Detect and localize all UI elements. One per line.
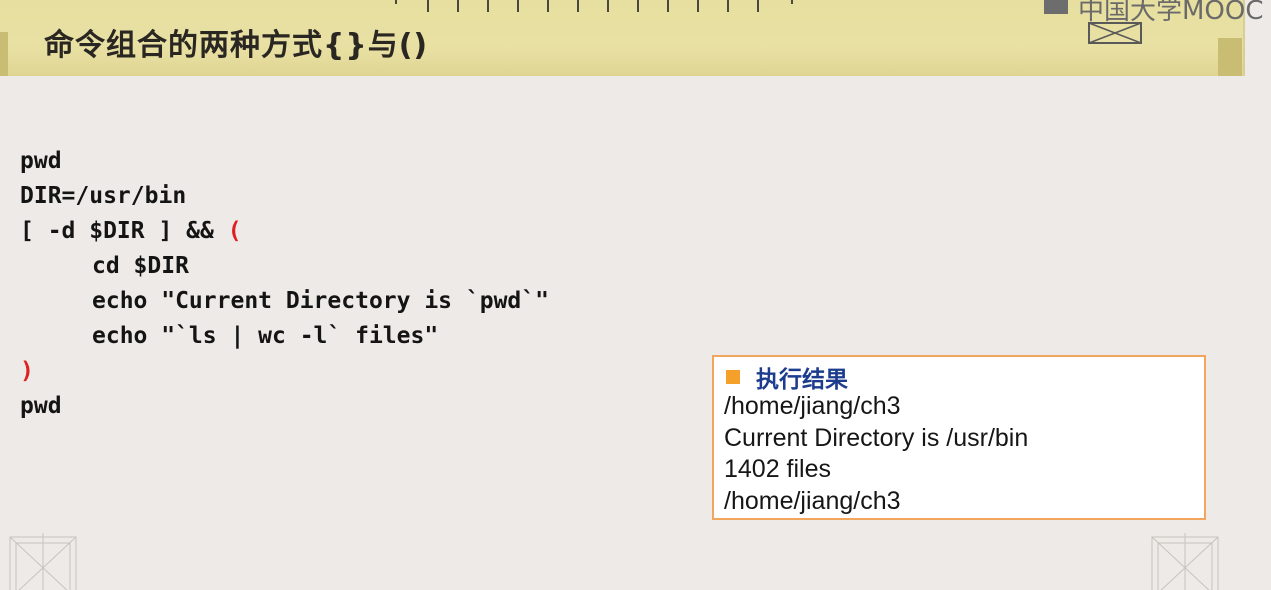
open-paren: (: [227, 218, 242, 244]
code-test-expression: [ -d $DIR ] &&: [20, 218, 228, 244]
code-line: echo "`ls | wc -l` files": [92, 323, 439, 349]
result-line: /home/jiang/ch3: [724, 486, 901, 515]
result-line: /home/jiang/ch3: [724, 392, 901, 420]
result-box: 执行结果 /home/jiang/ch3 Current Directory i…: [712, 355, 1206, 520]
code-line: echo "Current Directory is `pwd`": [92, 288, 549, 314]
code-line: pwd: [20, 393, 62, 419]
corner-ornament-icon: [9, 533, 77, 590]
envelope-icon: [1088, 22, 1142, 44]
result-header: 执行结果: [724, 360, 848, 394]
result-title: 执行结果: [756, 367, 848, 393]
result-line: Current Directory is /usr/bin: [724, 423, 1029, 452]
close-paren: ): [20, 358, 34, 384]
result-line: 1402 files: [724, 455, 832, 483]
code-line: [ -d $DIR ] && (: [20, 214, 549, 249]
mooc-logo-icon: [1044, 0, 1068, 14]
banner-right-cap: [1218, 38, 1242, 76]
corner-ornament-icon: [1151, 533, 1219, 590]
slide: 命令组合的两种方式{}与() 中国大学MOOC pwd DIR=/usr/bin…: [0, 0, 1271, 590]
banner-left-cap: [0, 32, 8, 76]
square-bullet-icon: [726, 370, 740, 384]
ruler-ticks: [395, 0, 793, 12]
code-line: pwd: [20, 148, 62, 174]
result-output: /home/jiang/ch3 Current Directory is /us…: [724, 391, 1028, 517]
code-block: pwd DIR=/usr/bin [ -d $DIR ] && ( cd $DI…: [20, 144, 549, 424]
code-line: cd $DIR: [92, 253, 189, 279]
code-line: DIR=/usr/bin: [20, 183, 187, 209]
slide-title: 命令组合的两种方式{}与(): [44, 28, 429, 63]
